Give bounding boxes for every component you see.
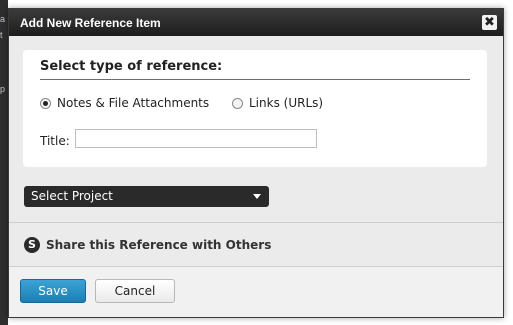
dialog-title: Add New Reference Item [20, 16, 161, 30]
background-text-fragment: p [0, 84, 6, 94]
reference-type-panel: Select type of reference: Notes & File A… [23, 50, 487, 167]
background-page-strip: a t p [0, 0, 8, 325]
cancel-button[interactable]: Cancel [95, 279, 175, 303]
radio-links-unchecked-icon[interactable] [232, 97, 243, 109]
dialog-footer: Save Cancel [9, 267, 503, 317]
radio-notes-checked-icon[interactable] [40, 97, 51, 109]
select-project-label: Select Project [31, 189, 113, 203]
close-icon[interactable]: ✖ [482, 15, 497, 30]
section-divider [40, 79, 470, 80]
title-input[interactable] [75, 129, 317, 148]
background-text-fragment: a [0, 14, 6, 24]
share-label: Share this Reference with Others [46, 238, 272, 252]
radio-links-label: Links (URLs) [249, 96, 324, 110]
save-button[interactable]: Save [20, 279, 86, 303]
divider [9, 222, 503, 223]
title-field-label: Title: [40, 134, 70, 148]
share-icon: S [24, 237, 40, 253]
dialog-titlebar: Add New Reference Item ✖ [9, 9, 503, 36]
radio-notes-label: Notes & File Attachments [57, 96, 210, 110]
radio-links-option[interactable]: Links (URLs) [232, 96, 323, 110]
add-reference-dialog: Add New Reference Item ✖ Select type of … [8, 8, 504, 318]
chevron-down-icon [253, 194, 261, 199]
share-reference-toggle[interactable]: S Share this Reference with Others [24, 237, 271, 253]
radio-notes-option[interactable]: Notes & File Attachments [40, 96, 209, 110]
background-text-fragment: t [0, 30, 3, 40]
select-project-dropdown[interactable]: Select Project [24, 186, 269, 207]
section-title: Select type of reference: [40, 59, 223, 74]
